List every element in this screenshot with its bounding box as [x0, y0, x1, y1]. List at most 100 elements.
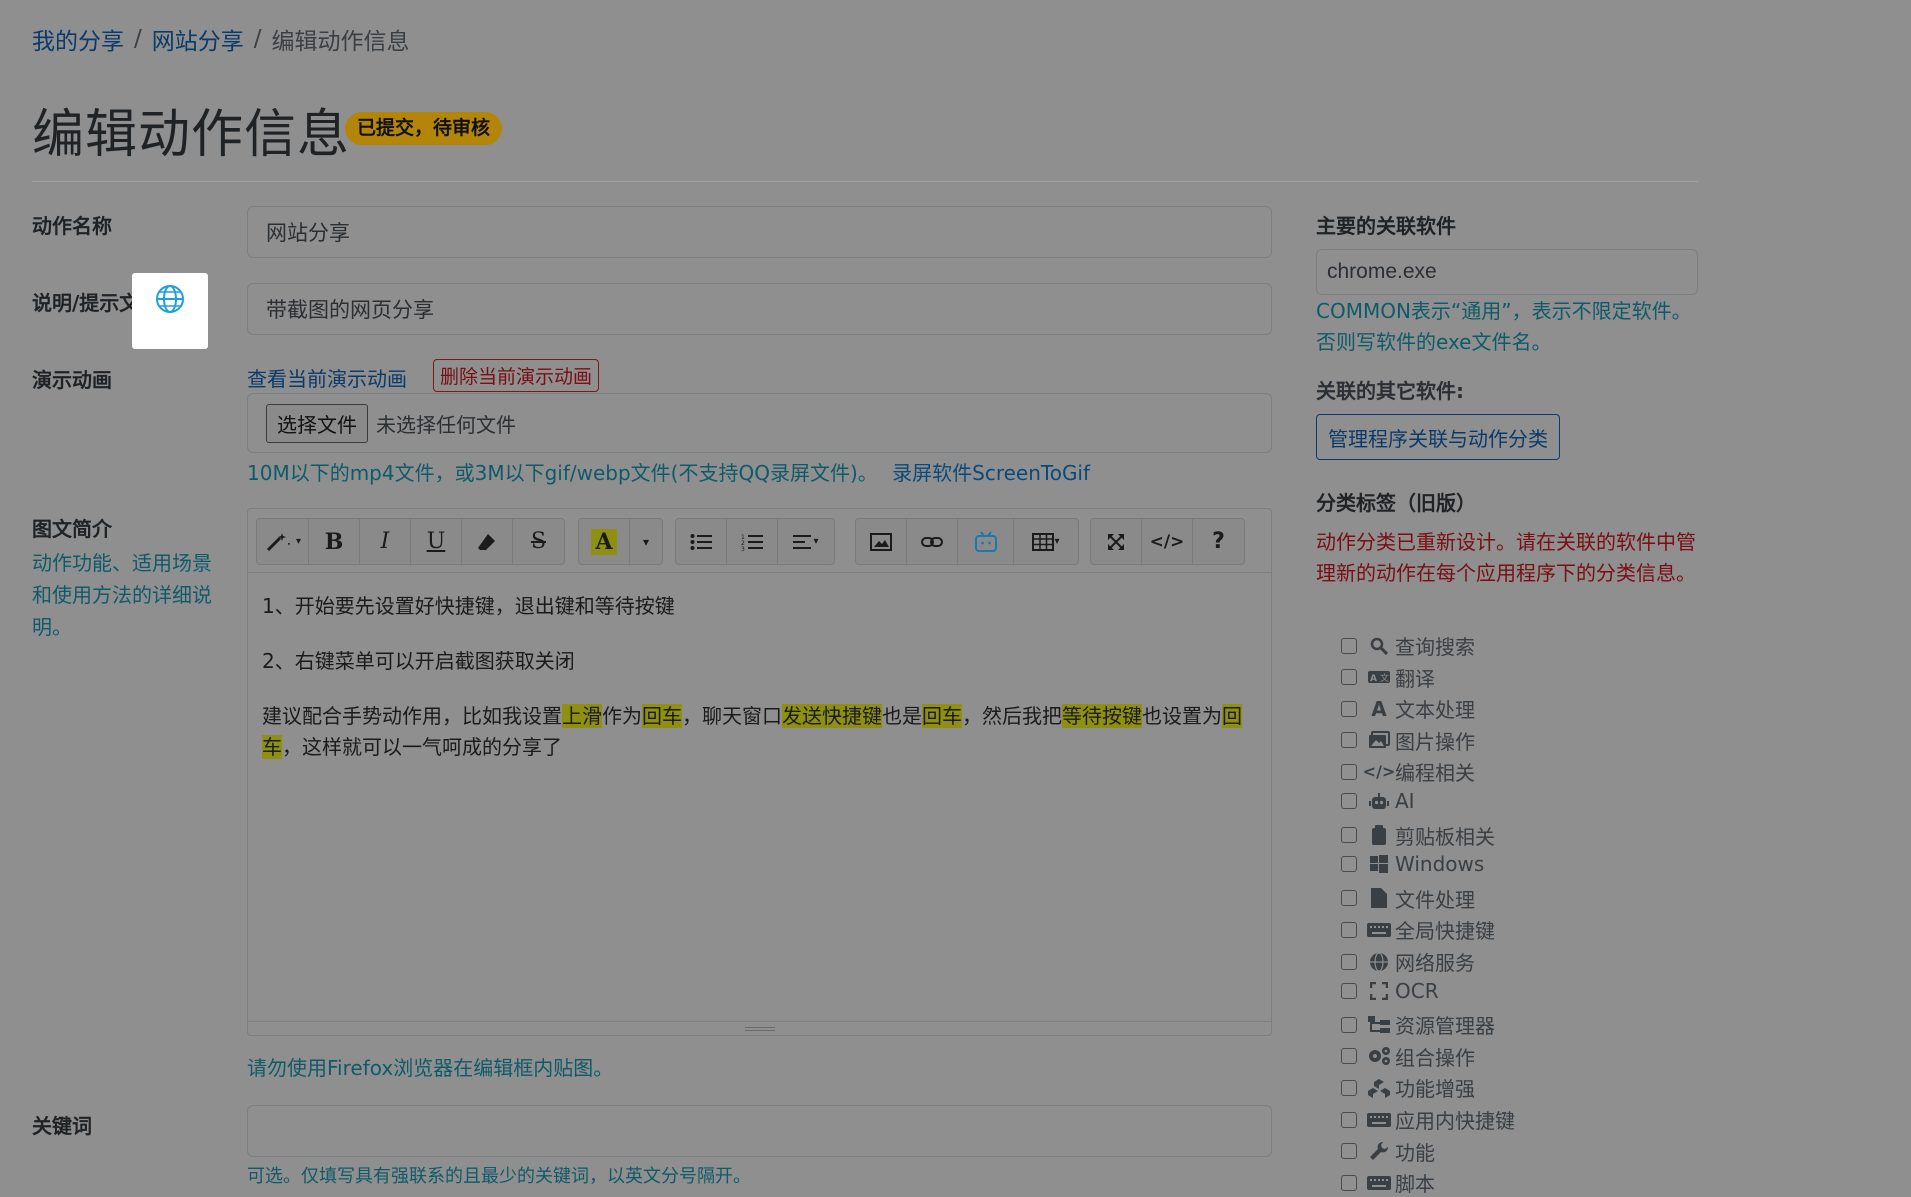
intro-label: 图文简介 — [32, 517, 112, 541]
description-input[interactable]: 带截图的网页分享 — [247, 283, 1272, 335]
caret-down-icon: ▾ — [813, 536, 819, 547]
category-item[interactable]: 全局快捷键 — [1341, 915, 1495, 944]
category-item-label: 图片操作 — [1395, 729, 1475, 754]
category-item[interactable]: 功能 — [1341, 1137, 1435, 1166]
editor-paragraph: 1、开始要先设置好快捷键，退出键和等待按键 — [262, 594, 675, 618]
magic-style-button[interactable]: ▾ — [257, 519, 309, 564]
color-button[interactable]: A — [579, 519, 630, 564]
category-item[interactable]: 脚本 — [1341, 1168, 1435, 1197]
editor-paragraph: 建议配合手势动作用，比如我设置上滑作为回车，聊天窗口发送快捷键也是回车，然后我把… — [262, 701, 1257, 763]
category-item-label: 文本处理 — [1395, 698, 1475, 723]
category-item[interactable]: 功能增强 — [1341, 1073, 1475, 1102]
highlight-text: 等待按键 — [1062, 704, 1142, 728]
color-dropdown-button[interactable]: ▾ — [630, 519, 662, 564]
link-icon — [921, 536, 943, 547]
category-checkbox[interactable] — [1341, 1143, 1357, 1160]
breadcrumb-site-share[interactable]: 网站分享 — [152, 22, 244, 56]
unordered-list-button[interactable] — [676, 519, 727, 564]
category-checkbox[interactable] — [1341, 953, 1357, 970]
underline-button[interactable]: U — [411, 519, 462, 564]
firefox-hint: 请勿使用Firefox浏览器在编辑框内贴图。 — [247, 1056, 614, 1080]
rich-text-editor[interactable]: ▾ B I U S A ▾ 123 ▾ ▾ </> ? 1、开始要先设置好快捷键… — [247, 508, 1272, 1036]
category-checkbox[interactable] — [1341, 793, 1357, 809]
category-item[interactable]: 查询搜索 — [1341, 631, 1475, 660]
other-apps-label: 关联的其它软件: — [1316, 379, 1464, 403]
category-item-label: 编程相关 — [1395, 761, 1475, 786]
category-notice: 动作分类已重新设计。请在关联的软件中管理新的动作在每个应用程序下的分类信息。 — [1316, 530, 1696, 585]
category-checkbox[interactable] — [1341, 890, 1357, 907]
category-item[interactable]: </> 编程相关 — [1341, 757, 1475, 786]
insert-table-button[interactable]: ▾ — [1014, 519, 1078, 564]
insert-image-button[interactable] — [856, 519, 907, 564]
file-hint: 10M以下的mp4文件，或3M以下gif/webp文件(不支持QQ录屏文件)。 — [247, 461, 878, 485]
editor-content[interactable]: 1、开始要先设置好快捷键，退出键和等待按键 2、右键菜单可以开启截图获取关闭 建… — [262, 591, 1257, 787]
category-item[interactable]: 资源管理器 — [1341, 1010, 1495, 1039]
category-checkbox[interactable] — [1341, 700, 1357, 717]
breadcrumb-current: 编辑动作信息 — [271, 29, 410, 55]
toolbar-group-view: </> ? — [1090, 518, 1245, 565]
image-icon — [870, 532, 892, 551]
caret-down-icon: ▾ — [1054, 536, 1060, 547]
insert-link-button[interactable] — [907, 519, 958, 564]
keywords-hint: 可选。仅填写具有强联系的且最少的关键词，以英文分号隔开。 — [247, 1166, 751, 1187]
code-view-button[interactable]: </> — [1142, 519, 1193, 564]
clear-format-button[interactable] — [462, 519, 513, 564]
category-item[interactable]: 图片操作 — [1341, 726, 1475, 755]
category-checkbox[interactable] — [1341, 1048, 1357, 1065]
svg-text:A: A — [1370, 674, 1377, 684]
category-item[interactable]: 组合操作 — [1341, 1042, 1475, 1071]
category-item[interactable]: 剪贴板相关 — [1341, 821, 1495, 850]
category-item[interactable]: AI — [1341, 789, 1415, 813]
caret-down-icon: ▾ — [295, 536, 302, 547]
breadcrumb-my-shares[interactable]: 我的分享 — [32, 22, 124, 56]
align-button[interactable]: ▾ — [778, 519, 834, 564]
help-button[interactable]: ? — [1193, 519, 1244, 564]
keywords-input[interactable] — [247, 1105, 1272, 1157]
category-checkbox[interactable] — [1341, 1111, 1357, 1128]
robot-icon — [1367, 791, 1391, 811]
category-checkbox[interactable] — [1341, 1079, 1357, 1096]
main-app-input[interactable]: chrome.exe — [1316, 249, 1698, 295]
screentogif-link[interactable]: 录屏软件ScreenToGif — [892, 461, 1090, 485]
bilibili-icon — [974, 530, 997, 552]
category-checkbox[interactable] — [1341, 921, 1357, 938]
editor-resize-handle[interactable] — [248, 1021, 1271, 1035]
choose-file-button[interactable]: 选择文件 — [266, 403, 368, 443]
ordered-list-button[interactable]: 123 — [727, 519, 778, 564]
category-checkbox[interactable] — [1341, 1016, 1357, 1033]
category-item[interactable]: Windows — [1341, 852, 1484, 876]
category-checkbox[interactable] — [1341, 732, 1357, 749]
main-app-label: 主要的关联软件 — [1316, 214, 1456, 238]
globe-icon — [156, 285, 184, 313]
category-item[interactable]: A 文翻译 — [1341, 663, 1435, 692]
images-icon — [1367, 730, 1391, 750]
insert-video-button[interactable] — [958, 519, 1014, 564]
category-checkbox[interactable] — [1341, 982, 1357, 999]
category-item[interactable]: 网络服务 — [1341, 947, 1475, 976]
name-input[interactable]: 网站分享 — [247, 206, 1272, 258]
category-item[interactable]: OCR — [1341, 979, 1439, 1003]
category-checkbox[interactable] — [1341, 1174, 1357, 1191]
list-ul-icon — [690, 533, 712, 550]
category-item-label: 功能 — [1395, 1140, 1435, 1165]
file-input[interactable]: 选择文件 未选择任何文件 — [247, 393, 1272, 453]
category-item[interactable]: 应用内快捷键 — [1341, 1105, 1515, 1134]
category-checkbox[interactable] — [1341, 669, 1357, 686]
category-checkbox[interactable] — [1341, 763, 1357, 780]
fullscreen-button[interactable] — [1091, 519, 1142, 564]
text-run: 也设置为 — [1142, 704, 1222, 728]
manage-associations-button[interactable]: 管理程序关联与动作分类 — [1316, 414, 1560, 460]
icon-popup[interactable] — [132, 273, 208, 349]
category-checkbox[interactable] — [1341, 827, 1357, 844]
category-checkbox[interactable] — [1341, 856, 1357, 873]
keyboard-icon — [1367, 920, 1391, 940]
strikethrough-button[interactable]: S — [513, 519, 564, 564]
delete-demo-button[interactable]: 删除当前演示动画 — [433, 359, 600, 392]
view-demo-link[interactable]: 查看当前演示动画 — [247, 363, 407, 392]
category-item[interactable]: A 文本处理 — [1341, 694, 1475, 723]
category-item[interactable]: 文件处理 — [1341, 884, 1475, 913]
italic-button[interactable]: I — [360, 519, 411, 564]
search-icon — [1367, 636, 1391, 656]
bold-button[interactable]: B — [309, 519, 360, 564]
category-checkbox[interactable] — [1341, 637, 1357, 654]
